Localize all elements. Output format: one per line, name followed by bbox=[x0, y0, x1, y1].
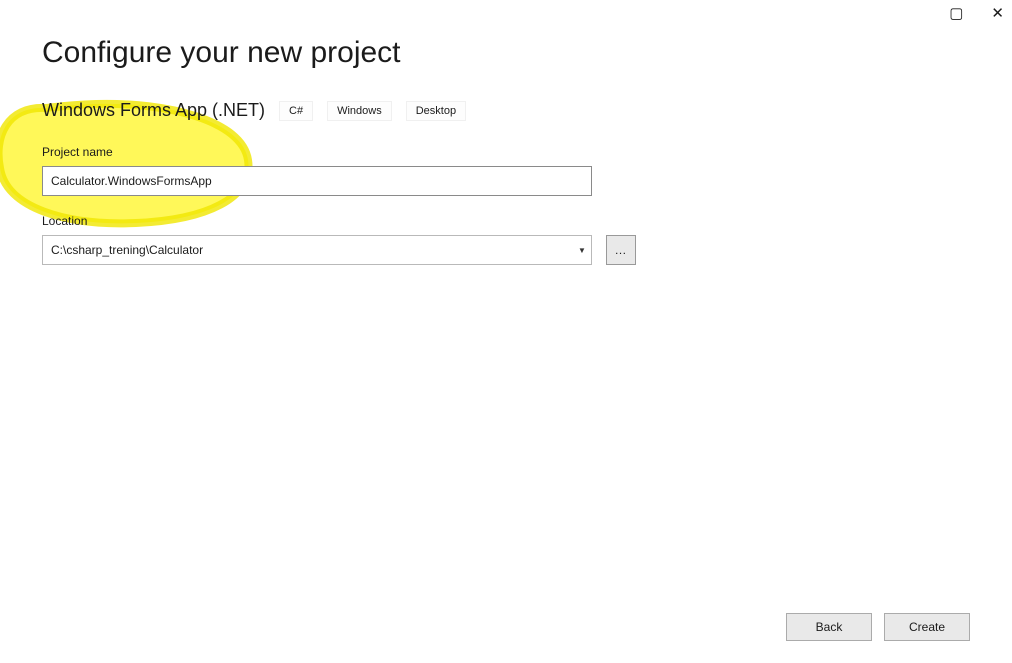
location-row: ▼ … bbox=[42, 235, 1012, 265]
location-label: Location bbox=[42, 214, 1012, 228]
browse-button[interactable]: … bbox=[606, 235, 636, 265]
tag-windows: Windows bbox=[327, 101, 392, 121]
template-row: Windows Forms App (.NET) C# Windows Desk… bbox=[42, 100, 1012, 121]
project-name-input[interactable] bbox=[42, 166, 592, 196]
project-name-group: Project name bbox=[42, 145, 1012, 196]
location-combo[interactable]: ▼ bbox=[42, 235, 592, 265]
tag-csharp: C# bbox=[279, 101, 313, 121]
create-button[interactable]: Create bbox=[884, 613, 970, 641]
project-name-label: Project name bbox=[42, 145, 1012, 159]
location-input[interactable] bbox=[42, 235, 592, 265]
dialog-content: Configure your new project Windows Forms… bbox=[0, 0, 1012, 265]
back-button[interactable]: Back bbox=[786, 613, 872, 641]
page-title: Configure your new project bbox=[42, 36, 1012, 70]
location-group: Location ▼ … bbox=[42, 214, 1012, 265]
footer-buttons: Back Create bbox=[786, 613, 970, 641]
template-name: Windows Forms App (.NET) bbox=[42, 100, 265, 121]
tag-desktop: Desktop bbox=[406, 101, 466, 121]
